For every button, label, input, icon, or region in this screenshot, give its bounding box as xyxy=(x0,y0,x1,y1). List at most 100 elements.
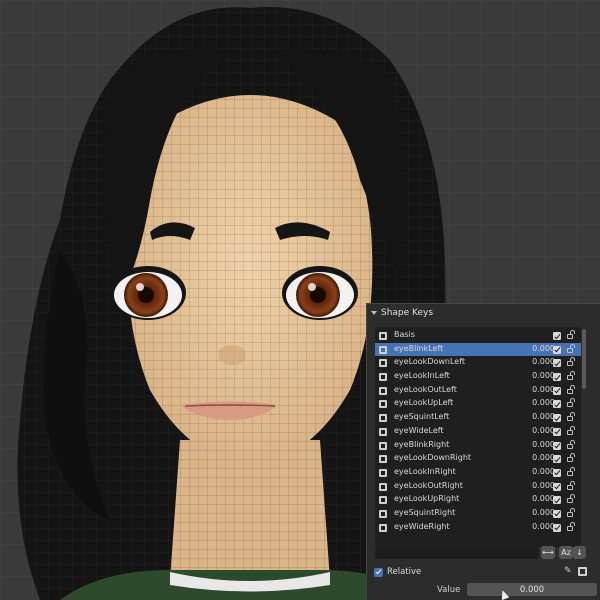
shape-key-icon xyxy=(379,386,387,395)
shape-key-name[interactable]: eyeSquintRight xyxy=(394,508,455,517)
shape-key-icon xyxy=(379,455,387,464)
shape-key-icon xyxy=(379,400,387,409)
shape-key-name[interactable]: eyeBlinkRight xyxy=(394,440,449,449)
shape-key-value[interactable]: 0.000 xyxy=(515,371,555,380)
lock-icon[interactable] xyxy=(567,521,575,531)
shape-key-value[interactable]: 0.000 xyxy=(515,453,555,462)
edit-mode-icon[interactable] xyxy=(578,567,587,576)
lock-icon[interactable] xyxy=(567,357,575,367)
shape-key-value[interactable]: 0.000 xyxy=(515,522,555,531)
shape-key-value[interactable]: 0.000 xyxy=(515,357,555,366)
shape-key-row[interactable]: eyeSquintLeft 0.000 xyxy=(375,411,581,425)
shape-key-icon xyxy=(379,441,387,450)
shape-key-icon xyxy=(379,468,387,477)
mute-checkbox[interactable] xyxy=(553,496,561,505)
value-slider[interactable]: 0.000 xyxy=(467,583,597,596)
shape-keys-header[interactable]: Shape Keys xyxy=(367,304,600,321)
mute-checkbox[interactable] xyxy=(553,441,561,450)
lock-icon[interactable] xyxy=(567,494,575,504)
lock-icon[interactable] xyxy=(567,453,575,463)
shape-key-name[interactable]: eyeBlinkLeft xyxy=(394,344,443,353)
lock-icon[interactable] xyxy=(567,412,575,422)
lock-icon[interactable] xyxy=(567,466,575,476)
shape-key-value[interactable]: 0.000 xyxy=(515,467,555,476)
shape-key-row[interactable]: eyeLookInRight 0.000 xyxy=(375,466,581,480)
lock-icon[interactable] xyxy=(567,398,575,408)
mute-checkbox[interactable] xyxy=(553,468,561,477)
shape-key-value[interactable]: 0.000 xyxy=(515,440,555,449)
shape-key-row[interactable]: eyeSquintRight 0.000 xyxy=(375,507,581,521)
shape-key-row[interactable]: eyeBlinkRight 0.000 xyxy=(375,439,581,453)
mute-checkbox[interactable] xyxy=(553,414,561,423)
shape-key-icon xyxy=(379,523,387,532)
shape-key-name[interactable]: eyeLookInLeft xyxy=(394,371,450,380)
mute-checkbox[interactable] xyxy=(553,509,561,518)
lock-icon[interactable] xyxy=(567,343,575,353)
mute-checkbox[interactable] xyxy=(553,373,561,382)
shape-key-row[interactable]: eyeLookDownLeft 0.000 xyxy=(375,356,581,370)
shape-key-row[interactable]: Basis xyxy=(375,329,581,343)
shape-key-value[interactable]: 0.000 xyxy=(515,494,555,503)
shape-key-name[interactable]: eyeLookDownRight xyxy=(394,453,471,462)
shape-key-list[interactable]: Basis eyeBlinkLeft 0.000 eyeLookDownLeft 0.0… xyxy=(375,327,581,547)
shape-key-name[interactable]: eyeLookOutLeft xyxy=(394,385,457,394)
shape-key-row[interactable]: eyeLookDownRight 0.000 xyxy=(375,452,581,466)
mute-checkbox[interactable] xyxy=(553,523,561,532)
mute-checkbox[interactable] xyxy=(553,386,561,395)
mute-checkbox[interactable] xyxy=(553,400,561,409)
lock-icon[interactable] xyxy=(567,371,575,381)
mute-checkbox[interactable] xyxy=(553,332,561,340)
mute-checkbox[interactable] xyxy=(553,482,561,491)
shape-key-value[interactable]: 0.000 xyxy=(515,385,555,394)
shape-key-value[interactable]: 0.000 xyxy=(515,398,555,407)
lock-icon[interactable] xyxy=(567,480,575,490)
panel-title: Shape Keys xyxy=(381,307,434,318)
shape-key-icon xyxy=(379,496,387,505)
shape-key-name[interactable]: eyeLookDownLeft xyxy=(394,357,465,366)
shape-key-row[interactable]: eyeWideRight 0.000 xyxy=(375,521,581,535)
relative-checkbox[interactable] xyxy=(374,567,383,577)
sort-alpha-button[interactable]: Az xyxy=(559,546,573,559)
shape-key-icon xyxy=(379,359,387,368)
shape-key-name[interactable]: eyeLookInRight xyxy=(394,467,456,476)
lock-icon[interactable] xyxy=(567,384,575,394)
shape-key-icon xyxy=(379,414,387,423)
mute-checkbox[interactable] xyxy=(553,359,561,368)
shape-key-row[interactable]: eyeLookOutLeft 0.000 xyxy=(375,384,581,398)
shape-key-name[interactable]: Basis xyxy=(394,330,415,339)
shape-key-name[interactable]: eyeLookUpRight xyxy=(394,494,459,503)
lock-icon[interactable] xyxy=(567,439,575,449)
shape-key-name[interactable]: eyeLookOutRight xyxy=(394,481,463,490)
shape-key-icon xyxy=(379,509,387,518)
shape-key-icon xyxy=(379,345,387,354)
shape-key-value[interactable]: 0.000 xyxy=(515,344,555,353)
shape-key-value[interactable]: 0.000 xyxy=(515,508,555,517)
shape-key-row[interactable]: eyeLookOutRight 0.000 xyxy=(375,480,581,494)
relative-label: Relative xyxy=(387,567,422,577)
mute-checkbox[interactable] xyxy=(553,345,561,354)
shape-key-value[interactable]: 0.000 xyxy=(515,426,555,435)
lock-icon[interactable] xyxy=(567,425,575,435)
shape-key-row[interactable]: eyeLookUpLeft 0.000 xyxy=(375,397,581,411)
invert-filter-button[interactable]: ⟷ xyxy=(541,546,555,559)
relative-toggle[interactable]: Relative xyxy=(374,567,421,577)
reverse-order-button[interactable]: ↓ xyxy=(573,546,586,559)
chevron-down-icon[interactable] xyxy=(371,310,377,315)
lock-icon[interactable] xyxy=(567,330,575,339)
pin-icon[interactable]: ✎ xyxy=(564,567,573,576)
shape-key-row[interactable]: eyeWideLeft 0.000 xyxy=(375,425,581,439)
shape-key-name[interactable]: eyeLookUpLeft xyxy=(394,398,453,407)
shape-key-row[interactable]: eyeLookUpRight 0.000 xyxy=(375,493,581,507)
mute-checkbox[interactable] xyxy=(553,455,561,464)
mute-checkbox[interactable] xyxy=(553,427,561,436)
shape-key-row[interactable]: eyeLookInLeft 0.000 xyxy=(375,370,581,384)
shape-key-name[interactable]: eyeSquintLeft xyxy=(394,412,449,421)
list-scrollbar[interactable] xyxy=(582,329,586,389)
shape-key-row[interactable]: eyeBlinkLeft 0.000 xyxy=(375,342,581,357)
lock-icon[interactable] xyxy=(567,507,575,517)
shape-key-name[interactable]: eyeWideRight xyxy=(394,522,450,531)
shape-key-name[interactable]: eyeWideLeft xyxy=(394,426,444,435)
filter-input[interactable] xyxy=(375,547,539,559)
shape-key-value[interactable]: 0.000 xyxy=(515,481,555,490)
shape-key-value[interactable]: 0.000 xyxy=(515,412,555,421)
